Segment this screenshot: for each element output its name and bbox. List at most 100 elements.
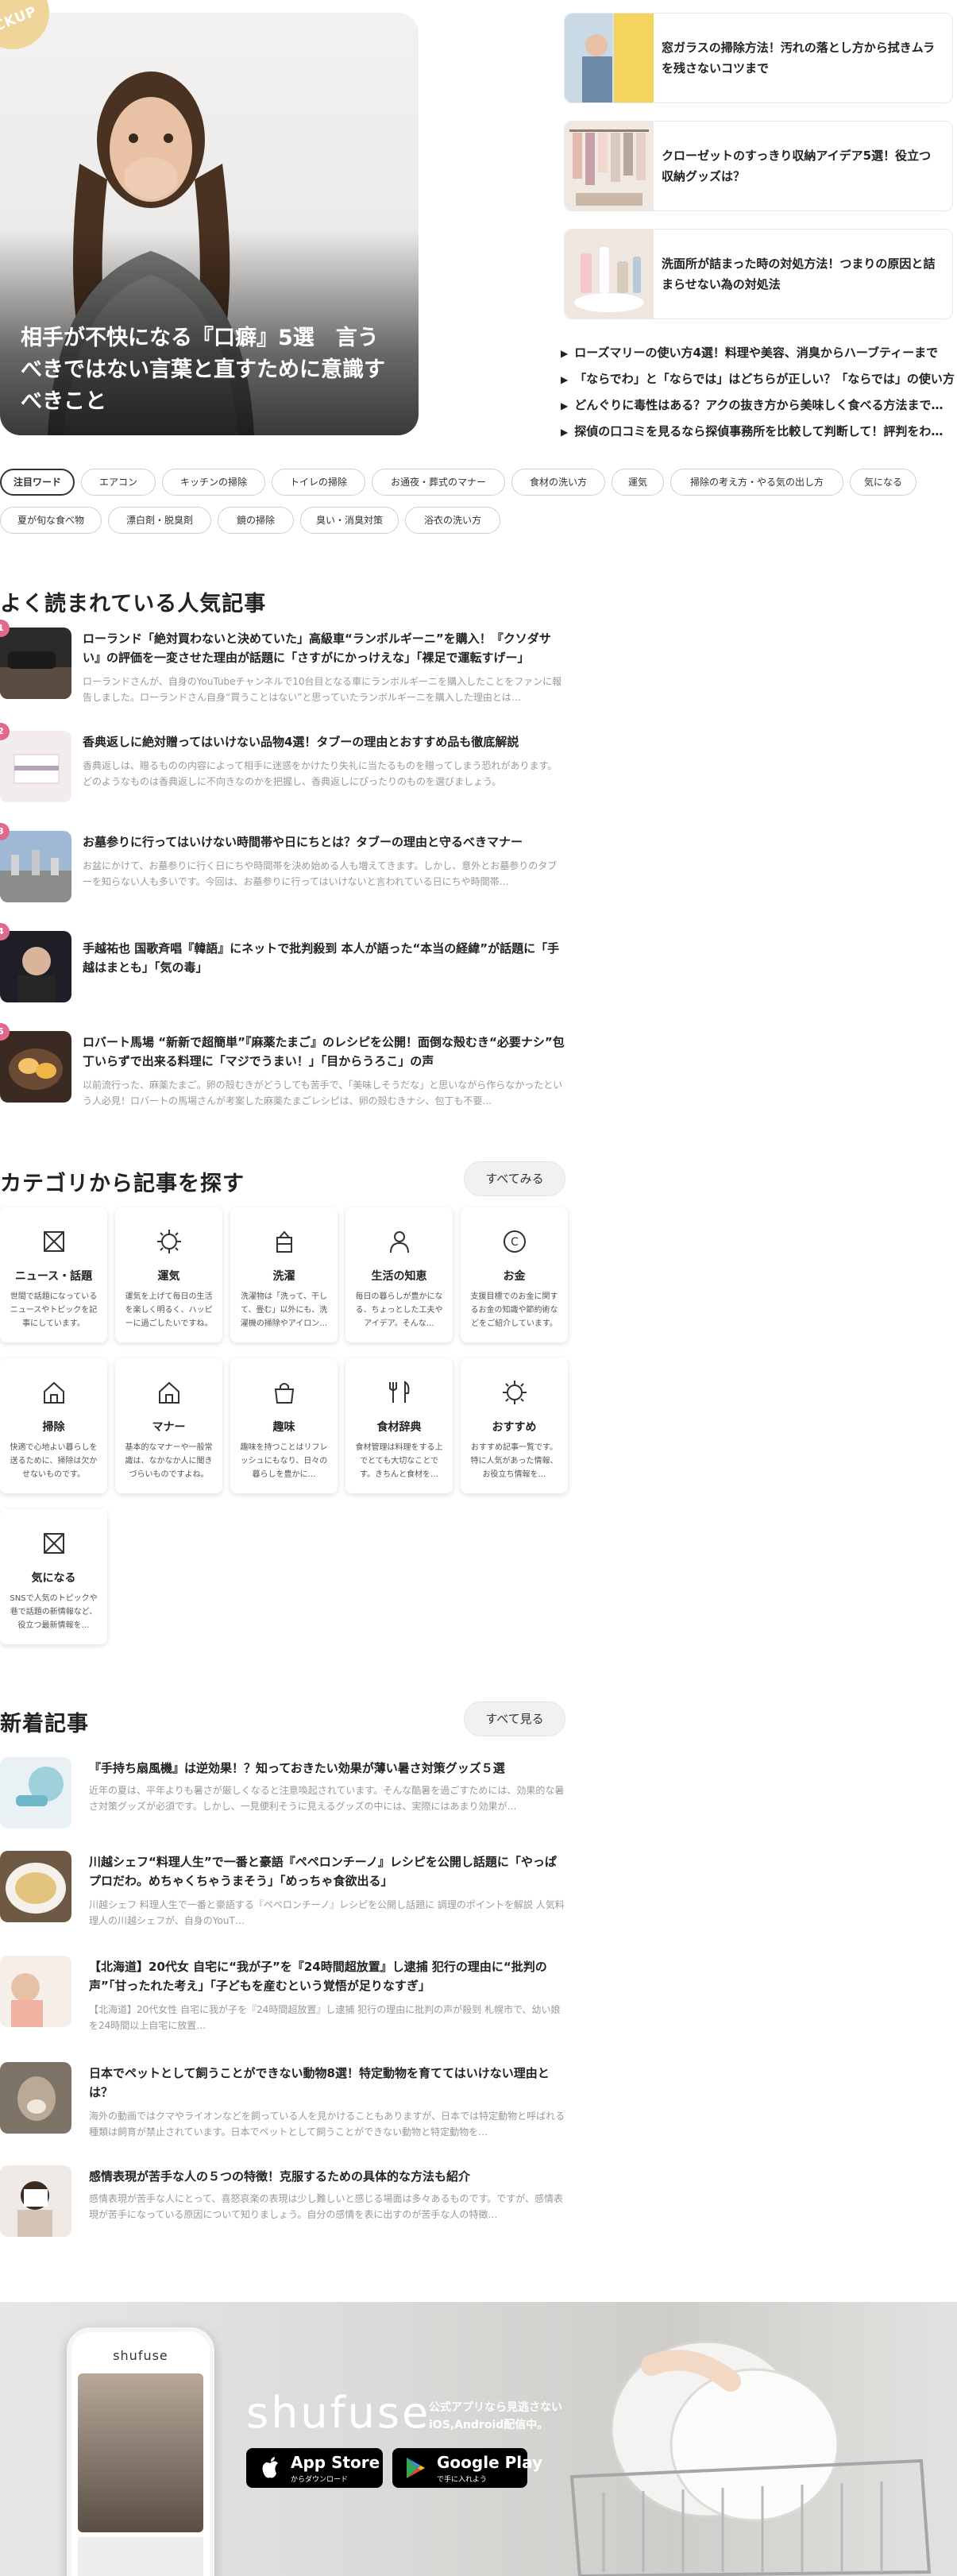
category-name: お金	[503, 1270, 526, 1283]
tag[interactable]: 鏡の掃除	[218, 507, 294, 534]
article-title: 感情表現が苦手な人の５つの特徴！克服するための具体的な方法も紹介	[89, 2169, 471, 2184]
latest-article[interactable]: 『手持ち扇風機』は逆効果！？知っておきたい効果が薄い暑さ対策グッズ５選 近年の夏…	[0, 1757, 565, 1836]
tag[interactable]: 運気	[612, 469, 664, 496]
cutlery-icon	[388, 1381, 409, 1403]
category-name: 食材辞典	[376, 1421, 422, 1434]
side-article[interactable]: 窓ガラスの掃除方法！汚れの落とし方から拭きムラを残さないコツまで	[564, 13, 953, 103]
app-banner[interactable]: shufuse shufuse 公式アプリなら見逃さない iOS,Android…	[0, 2302, 957, 2576]
category-card-recommend[interactable]: おすすめ おすすめ記事一覧です。特に人気があった情報、お役立ち情報を…	[461, 1358, 568, 1493]
tag-featured[interactable]: 注目ワード	[0, 469, 75, 496]
latest-see-all-button[interactable]: すべて見る	[464, 1701, 565, 1736]
article-excerpt: 近年の夏は、平年よりも暑さが厳しくなると注意喚起されています。そんな酷暑を過ごす…	[89, 1785, 565, 1812]
category-card-money[interactable]: C お金 支援目標でのお金に関するお金の知識や節約術などをご紹介しています。	[461, 1207, 568, 1342]
google-play-icon	[407, 2458, 425, 2478]
category-desc: 食材管理は料理をする上でとても大切なことです。きちんと食材を…	[355, 1443, 443, 1479]
hero-title[interactable]: 相手が不快になる『口癖』5選 言うべきではない言葉と直すために意識すべきこと	[21, 322, 398, 418]
article-excerpt: 香典返しは、贈るものの内容によって相手に迷惑をかけたり失礼に当たるものを贈ってし…	[83, 760, 558, 787]
category-card-luck[interactable]: 運気 運気を上げて毎日の生活を楽しく明るく、ハッピーに過ごしたいですね。	[115, 1207, 222, 1342]
side-link[interactable]: どんぐりに毒性はある？アクの抜き方から美味しく食べる方法まで紹介	[561, 392, 955, 419]
svg-text:C: C	[511, 1236, 519, 1249]
dish-rack-image	[569, 2340, 932, 2576]
category-card-manners[interactable]: マナー 基本的なマナーや一般常識は、なかなか人に聞きづらいものですよね。	[115, 1358, 222, 1493]
tag[interactable]: トイレの掃除	[272, 469, 365, 496]
house-icon	[43, 1381, 64, 1404]
category-card-hobby[interactable]: 趣味 趣味を持つことはリフレッシュにもなり、日々の暮らしを豊かに…	[230, 1358, 338, 1493]
coin-icon: C	[503, 1230, 526, 1253]
category-card-life-tips[interactable]: 生活の知恵 毎日の暮らしが豊かになる、ちょっとした工夫やアイデア。そんな…	[345, 1207, 453, 1342]
washroom-thumb	[565, 230, 654, 319]
category-name: ニュース・話題	[14, 1270, 93, 1283]
popular-article[interactable]: 2 香典返しに絶対贈ってはいけない品物4選！タブーの理由とおすすめ品も徹底解説 …	[0, 723, 565, 810]
tag[interactable]: キッチンの掃除	[162, 469, 265, 496]
article-thumb	[0, 731, 71, 802]
article-excerpt: 以前流行った、麻薬たまご。卵の殻むきがどうしても苦手で、「美味しそうだな」と思い…	[83, 1079, 563, 1106]
article-title: ローランド「絶対買わないと決めていた」高級車“ランボルギーニ”を購入！『クソダサ…	[83, 631, 551, 665]
tag[interactable]: 夏が旬な食べ物	[0, 507, 102, 534]
google-play-button[interactable]: Google Play で手に入れよう	[392, 2448, 542, 2488]
popular-article[interactable]: 1 ローランド「絶対買わないと決めていた」高級車“ランボルギーニ”を購入！『クソ…	[0, 620, 565, 707]
latest-article[interactable]: 感情表現が苦手な人の５つの特徴！克服するための具体的な方法も紹介 感情表現が苦手…	[0, 2165, 565, 2245]
category-name: 気になる	[31, 1572, 76, 1585]
article-title: 川越シェフ“料理人生”で一番と豪語『ペペロンチーノ』レシピを公開し話題に「やっぱ…	[89, 1855, 557, 1888]
tag[interactable]: 掃除の考え方・やる気の出し方	[670, 469, 843, 496]
app-store-button[interactable]: App Store からダウンロード	[246, 2448, 383, 2488]
article-excerpt: 感情表現が苦手な人にとって、喜怒哀楽の表現は少し難しいと感じる場面は多々あるもの…	[89, 2193, 564, 2220]
popular-article[interactable]: 5 ロバート馬場 “新新で超簡単”『麻薬たまご』のレシピを公開！面倒な殻むき“必…	[0, 1023, 565, 1110]
article-excerpt: 海外の動画ではクマやライオンなどを飼っている人を見かけることもありますが、日本で…	[89, 2111, 565, 2138]
category-card-curious[interactable]: 気になる SNSで人気のトピックや巷で話題の新情報など、役立つ最新情報を…	[0, 1509, 107, 1644]
category-name: 掃除	[42, 1421, 65, 1434]
tag[interactable]: 浴衣の洗い方	[405, 507, 500, 534]
category-name: 趣味	[272, 1421, 295, 1434]
latest-article[interactable]: 【北海道】20代女 自宅に“我が子”を『24時間超放置』し逮捕 犯行の理由に“批…	[0, 1956, 565, 2035]
category-desc: おすすめ記事一覧です。特に人気があった情報、お役立ち情報を…	[470, 1443, 558, 1479]
latest-article[interactable]: 日本でペットとして飼うことができない動物8選！特定動物を育ててはいけない理由とは…	[0, 2062, 565, 2142]
side-article[interactable]: 洗面所が詰まった時の対処方法！つまりの原因と詰まらせない為の対処法	[564, 229, 953, 319]
article-thumb	[0, 2165, 71, 2237]
side-link[interactable]: 探偵の口コミを見るなら探偵事務所を比較して判断して！評判をわかりやすく	[561, 419, 955, 445]
category-see-all-button[interactable]: すべてみる	[464, 1161, 565, 1196]
sun-icon	[156, 1230, 181, 1253]
category-card-news[interactable]: ニュース・話題 世間で話題になっているニュースやトピックを記事にしています。	[0, 1207, 107, 1342]
popular-article[interactable]: 4 手越祐也 国歌斉唱『韓語』にネットで批判殺到 本人が語った“本当の経緯”が話…	[0, 923, 565, 1010]
category-name: マナー	[152, 1421, 186, 1434]
person-icon	[389, 1231, 409, 1253]
category-name: 運気	[157, 1270, 180, 1283]
closet-thumb	[565, 122, 654, 210]
category-desc: 快適で心地よい暮らしを送るために、掃除は欠かせないものです。	[10, 1443, 98, 1479]
category-desc: 基本的なマナーや一般常識は、なかなか人に聞きづらいものですよね。	[125, 1443, 213, 1479]
category-desc: 洗濯物は「洗って、干して、畳む」以外にも、洗濯機の掃除やアイロン…	[240, 1292, 328, 1328]
tag[interactable]: お通夜・葬式のマナー	[372, 469, 505, 496]
tag[interactable]: 漂白剤・脱臭剤	[108, 507, 211, 534]
article-thumb	[0, 1757, 71, 1829]
popular-article[interactable]: 3 お墓参りに行ってはいけない時間帯や日にちとは？タブーの理由と守るべきマナー …	[0, 823, 565, 910]
sun-icon	[502, 1381, 527, 1404]
hero-article[interactable]: 相手が不快になる『口癖』5選 言うべきではない言葉と直すために意識すべきこと	[0, 13, 419, 435]
side-article-title: 窓ガラスの掃除方法！汚れの落とし方から拭きムラを残さないコツまで	[662, 41, 935, 75]
tag[interactable]: エアコン	[81, 469, 156, 496]
article-thumb	[0, 831, 71, 902]
laundry-icon	[276, 1230, 292, 1253]
side-article-title: クローゼットのすっきり収納アイデア5選！役立つ収納グッズは？	[662, 149, 932, 183]
popular-heading: よく読まれている人気記事	[0, 592, 267, 616]
article-title: 【北海道】20代女 自宅に“我が子”を『24時間超放置』し逮捕 犯行の理由に“批…	[89, 1960, 547, 1993]
article-excerpt: お盆にかけて、お墓参りに行く日にちや時間帯を決め始める人も増えてきます。しかし、…	[83, 860, 558, 887]
tag[interactable]: 気になる	[850, 469, 916, 496]
tag[interactable]: 臭い・消臭対策	[300, 507, 399, 534]
side-link-list: ローズマリーの使い方4選！料理や美容、消臭からハーブティーまで 「ならでわ」と「…	[561, 340, 955, 445]
tag[interactable]: 食材の洗い方	[511, 469, 605, 496]
category-name: おすすめ	[492, 1421, 537, 1434]
category-card-laundry[interactable]: 洗濯 洗濯物は「洗って、干して、畳む」以外にも、洗濯機の掃除やアイロン…	[230, 1207, 338, 1342]
bag-icon	[274, 1383, 294, 1404]
apple-icon	[262, 2457, 278, 2478]
side-article[interactable]: クローゼットのすっきり収納アイデア5選！役立つ収納グッズは？	[564, 121, 953, 211]
app-store-label: App Store	[291, 2453, 380, 2472]
side-link[interactable]: 「ならでわ」と「ならでは」はどちらが正しい？「ならでは」の使い方	[561, 366, 955, 392]
latest-article[interactable]: 川越シェフ“料理人生”で一番と豪語『ペペロンチーノ』レシピを公開し話題に「やっぱ…	[0, 1851, 565, 1930]
category-card-cleaning[interactable]: 掃除 快適で心地よい暮らしを送るために、掃除は欠かせないものです。	[0, 1358, 107, 1493]
article-title: 香典返しに絶対贈ってはいけない品物4選！タブーの理由とおすすめ品も徹底解説	[83, 735, 519, 749]
house-icon	[158, 1381, 179, 1404]
side-link[interactable]: ローズマリーの使い方4選！料理や美容、消臭からハーブティーまで	[561, 340, 955, 366]
category-desc: 支援目標でのお金に関するお金の知識や節約術などをご紹介しています。	[470, 1292, 558, 1328]
brand-logo: shufuse	[246, 2388, 431, 2438]
category-card-ingredients[interactable]: 食材辞典 食材管理は料理をする上でとても大切なことです。きちんと食材を…	[345, 1358, 453, 1493]
